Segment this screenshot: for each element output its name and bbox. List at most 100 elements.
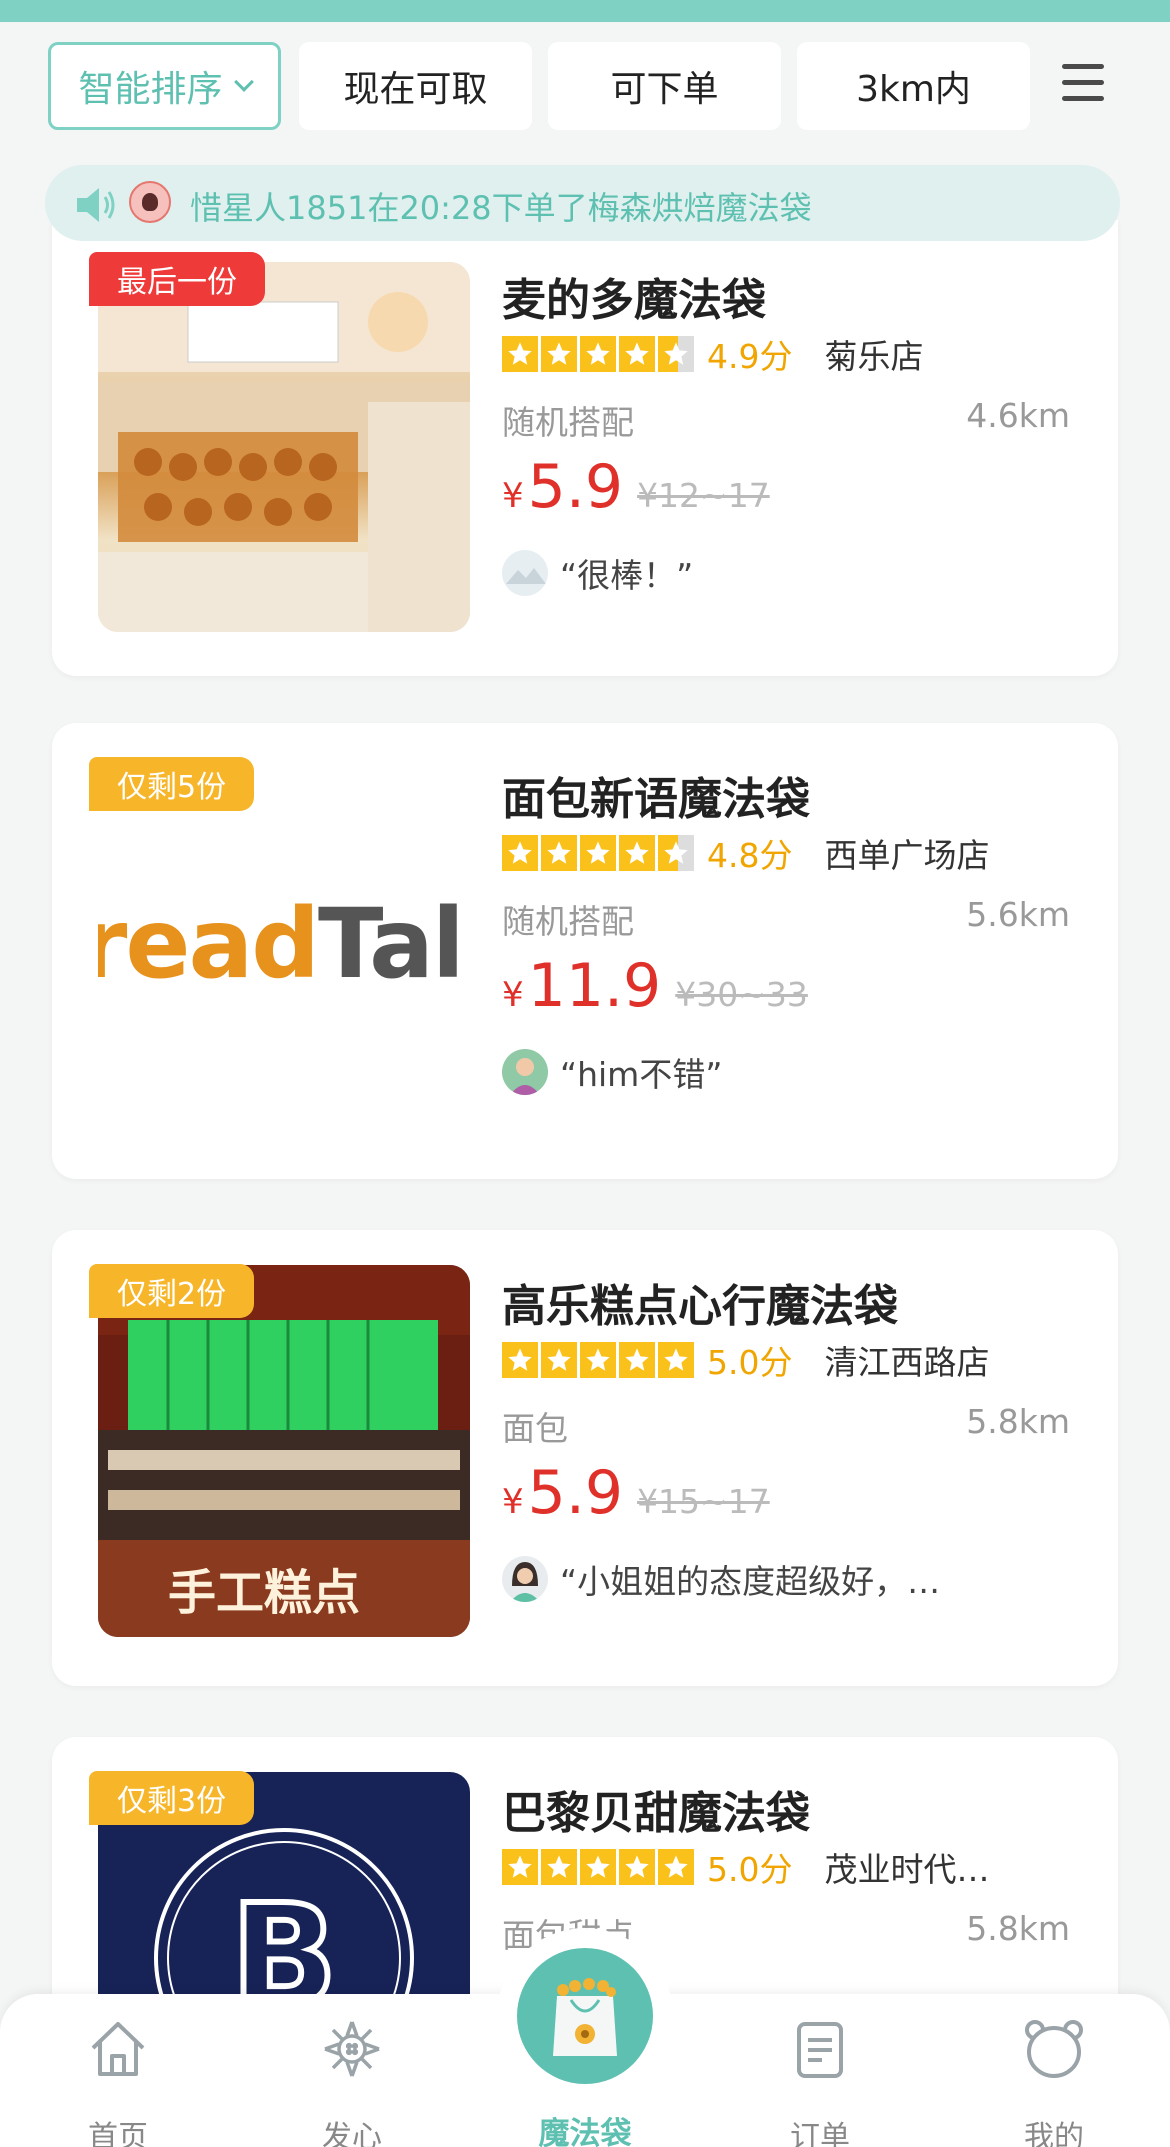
bag-name: 面包新语魔法袋 [502, 774, 810, 825]
nav-heart[interactable]: 发心 [272, 1994, 432, 2147]
store-branch: 西单广场店 [824, 836, 990, 875]
nav-label: 订单 [790, 2120, 850, 2147]
bakery-interior-illustration [98, 262, 470, 632]
original-price: ¥12~17 [637, 476, 770, 515]
rating-row: 5.0分 清江西路店 [502, 1338, 989, 1382]
store-distance: 4.6km [966, 396, 1070, 435]
nav-magic-bag[interactable] [497, 1928, 673, 2104]
sale-price: 5.9 [527, 452, 624, 522]
nav-label: 我的 [1024, 2120, 1084, 2147]
shop-sign-text: 手工糕点 [168, 1565, 361, 1621]
rating-score: 4.8分 [707, 836, 793, 875]
review-text: “小姐姐的态度超级好，… [560, 1562, 941, 1601]
star-icon [580, 1849, 616, 1885]
store-logo-image: readTall [98, 758, 470, 1130]
rating-stars [502, 1342, 697, 1378]
star-icon [619, 1849, 655, 1885]
sunflower-icon [324, 2021, 380, 2077]
rating-row: 4.9分 菊乐店 [502, 332, 923, 376]
sort-dropdown[interactable]: 智能排序 [48, 42, 281, 130]
currency-symbol: ¥ [502, 476, 524, 516]
bag-name: 麦的多魔法袋 [502, 275, 766, 326]
store-card[interactable]: 最后一份 麦的多魔法袋 4.9分 菊乐店 随机搭配 4.6km ¥ 5.9 ¥1… [52, 220, 1118, 676]
review-text: “him不错” [560, 1055, 723, 1094]
bag-name: 巴黎贝甜魔法袋 [502, 1788, 810, 1839]
sale-price: 5.9 [527, 1458, 624, 1528]
currency-symbol: ¥ [502, 975, 524, 1015]
star-icon [619, 835, 655, 871]
magic-bag-icon [553, 1978, 617, 2056]
store-branch: 茂业时代… [824, 1850, 990, 1889]
reviewer-avatar [502, 1049, 548, 1095]
star-half-icon [658, 835, 694, 871]
store-card[interactable]: 手工糕点 仅剩2份 高乐糕点心行魔法袋 5.0分 清江西路店 面包 5.8km … [52, 1230, 1118, 1686]
filter-bar: 智能排序 现在可取 可下单 3km内 [0, 22, 1170, 167]
original-price: ¥15~17 [637, 1482, 770, 1521]
stock-badge: 仅剩5份 [89, 757, 255, 811]
user-avatar [129, 181, 171, 223]
star-icon [502, 1849, 538, 1885]
bear-profile-icon [1025, 2020, 1083, 2078]
store-branch: 清江西路店 [824, 1343, 990, 1382]
price-row: ¥ 5.9 ¥12~17 [502, 452, 770, 522]
filter-distance[interactable]: 3km内 [797, 42, 1030, 130]
nav-home[interactable]: 首页 [38, 1994, 198, 2147]
bag-category: 面包 [502, 1409, 568, 1448]
review-row: “him不错” [502, 1047, 722, 1097]
brand-logo-text: readTall [98, 888, 470, 1000]
reviewer-avatar [502, 550, 548, 596]
stock-badge: 仅剩3份 [89, 1771, 255, 1825]
rating-stars [502, 336, 697, 372]
review-row: “很棒！” [502, 548, 693, 598]
store-distance: 5.6km [966, 895, 1070, 934]
status-strip [0, 0, 1170, 22]
star-icon [502, 336, 538, 372]
star-icon [580, 336, 616, 372]
star-icon [541, 1849, 577, 1885]
filter-orderable[interactable]: 可下单 [548, 42, 781, 130]
star-icon [619, 336, 655, 372]
bag-category: 随机搭配 [502, 902, 634, 941]
price-row: ¥ 5.9 ¥15~17 [502, 1458, 770, 1528]
store-photo [98, 262, 470, 632]
currency-symbol: ¥ [502, 1482, 524, 1522]
store-branch: 菊乐店 [824, 337, 924, 376]
nav-mine[interactable]: 我的 [974, 1994, 1134, 2147]
star-icon [658, 1849, 694, 1885]
sort-label: 智能排序 [78, 69, 223, 110]
nav-label: 首页 [88, 2120, 148, 2147]
store-card[interactable]: readTall 仅剩5份 面包新语魔法袋 4.8分 西单广场店 随机搭配 5.… [52, 723, 1118, 1179]
filter-available-now[interactable]: 现在可取 [299, 42, 532, 130]
reviewer-avatar [502, 1556, 548, 1602]
stock-badge: 最后一份 [89, 252, 265, 306]
star-icon [502, 835, 538, 871]
order-notice-bar: 惜星人1851在20:28下单了梅森烘焙魔法袋 [45, 165, 1120, 241]
sale-price: 11.9 [527, 951, 662, 1021]
star-icon [541, 835, 577, 871]
nav-label: 发心 [322, 2120, 382, 2147]
store-photo: 手工糕点 [98, 1265, 470, 1637]
price-row: ¥ 11.9 ¥30~33 [502, 951, 808, 1021]
review-row: “小姐姐的态度超级好，… [502, 1554, 940, 1604]
original-price: ¥30~33 [675, 975, 808, 1014]
star-icon [580, 1342, 616, 1378]
star-icon [502, 1342, 538, 1378]
star-icon [541, 1342, 577, 1378]
rating-stars [502, 1849, 697, 1885]
nav-orders[interactable]: 订单 [740, 1994, 900, 2147]
menu-icon[interactable] [1062, 64, 1104, 106]
bag-category: 随机搭配 [502, 403, 634, 442]
review-text: “很棒！” [560, 556, 694, 595]
rating-row: 4.8分 西单广场店 [502, 831, 989, 875]
home-icon [91, 2022, 145, 2076]
bag-name: 高乐糕点心行魔法袋 [502, 1281, 898, 1332]
rating-score: 4.9分 [707, 337, 793, 376]
store-distance: 5.8km [966, 1909, 1070, 1948]
magic-bag-button [517, 1948, 653, 2084]
rating-row: 5.0分 茂业时代… [502, 1845, 989, 1889]
speaker-icon [77, 188, 115, 222]
rating-score: 5.0分 [707, 1850, 793, 1889]
chevron-down-icon [233, 72, 254, 92]
store-distance: 5.8km [966, 1402, 1070, 1441]
star-icon [580, 835, 616, 871]
